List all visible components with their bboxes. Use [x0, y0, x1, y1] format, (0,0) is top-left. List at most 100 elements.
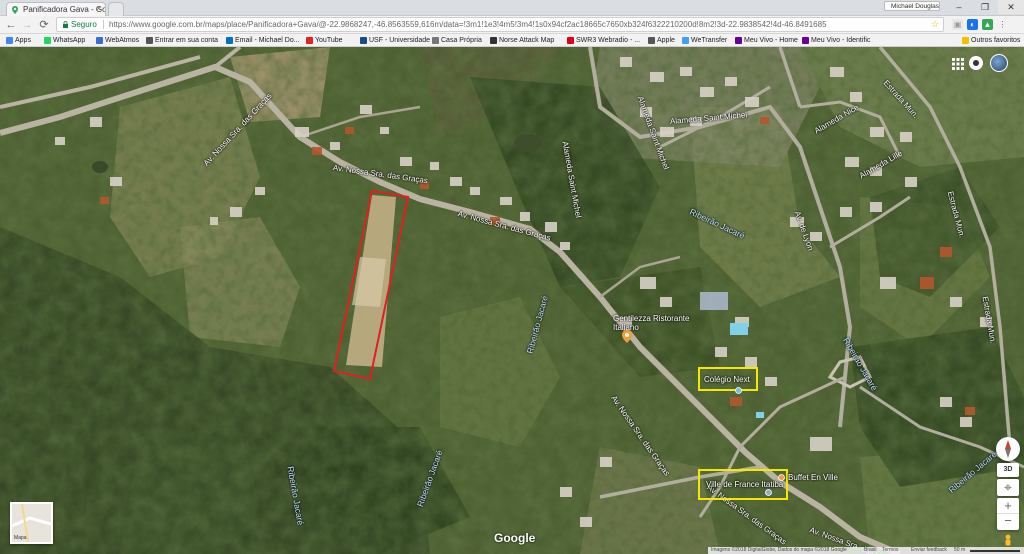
- tilt-3d-button[interactable]: 3D: [997, 463, 1019, 477]
- place-pin-icon[interactable]: [765, 489, 772, 496]
- bookmark-item[interactable]: Outros favoritos: [962, 36, 1020, 45]
- google-logo: Google: [494, 531, 536, 545]
- bookmark-favicon-icon: [6, 37, 13, 44]
- bookmark-label: Outros favoritos: [971, 37, 1021, 44]
- bookmark-item[interactable]: Email - Michael Do...: [226, 36, 300, 45]
- forward-arrow-icon[interactable]: →: [20, 18, 34, 32]
- bookmark-label: Meu Vivo - Home: [744, 37, 798, 44]
- poi-buffet-label[interactable]: Buffet En Ville: [788, 473, 838, 482]
- bookmark-item[interactable]: Casa Própria: [432, 36, 482, 45]
- bookmark-favicon-icon: [648, 37, 655, 44]
- bookmark-favicon-icon: [682, 37, 689, 44]
- bookmark-label: Entrar em sua conta: [155, 37, 219, 44]
- buffet-pin-icon[interactable]: [778, 474, 785, 481]
- bookmark-favicon-icon: [802, 37, 809, 44]
- pegman-icon[interactable]: [1002, 534, 1014, 547]
- bookmark-label: Email - Michael Do...: [235, 37, 300, 44]
- bookmark-item[interactable]: Meu Vivo - Identific: [802, 36, 870, 45]
- bookmark-item[interactable]: WebAtmos: [96, 36, 139, 45]
- bookmark-item[interactable]: SWR3 Webradio - ...: [567, 36, 640, 45]
- reload-icon[interactable]: ⟳: [37, 18, 51, 32]
- restaurant-pin-icon[interactable]: [622, 330, 632, 343]
- google-maps-icon: [12, 6, 18, 14]
- map-footer: Imagens ©2018 DigitalGlobe, Dados do map…: [708, 547, 1024, 554]
- terms-link[interactable]: Termos: [882, 547, 898, 554]
- bookmark-label: SWR3 Webradio - ...: [576, 37, 641, 44]
- address-separator: [103, 20, 104, 29]
- back-arrow-icon[interactable]: ←: [4, 18, 18, 32]
- bookmark-item[interactable]: YouTube: [306, 36, 343, 45]
- bookmark-label: Meu Vivo - Identific: [811, 37, 871, 44]
- extension-icon[interactable]: ▲: [982, 19, 993, 30]
- bookmark-item[interactable]: USF - Universidade: [360, 36, 430, 45]
- extension-icon[interactable]: ◐: [967, 19, 978, 30]
- bookmark-item[interactable]: WeTransfer: [682, 36, 727, 45]
- scale-label: 50 m: [954, 547, 966, 553]
- bookmarks-bar: Apps WhatsApp WebAtmos Entrar em sua conta E…: [0, 34, 1024, 47]
- tab-title: Panificadora Gava - Goo: [23, 5, 106, 14]
- bookmark-favicon-icon: [360, 37, 367, 44]
- bookmark-favicon-icon: [490, 37, 497, 44]
- tab-panificadora-gava[interactable]: Panificadora Gava - Goo ×: [6, 2, 106, 16]
- parcel-outline: [332, 189, 410, 381]
- scale-bar: [970, 550, 1020, 552]
- url-text: https://www.google.com.br/maps/place/Pan…: [109, 20, 827, 29]
- tab-close-icon[interactable]: ×: [96, 4, 101, 13]
- bookmark-label: Norse Attack Map: [499, 37, 555, 44]
- browser-window: Panificadora Gava - Goo × Michael Dougla…: [0, 0, 1024, 554]
- poi-ville-label[interactable]: Ville de France Itatiba: [706, 480, 783, 489]
- bookmark-label: YouTube: [315, 37, 343, 44]
- bookmark-favicon-icon: [567, 37, 574, 44]
- bookmark-item[interactable]: Apple: [648, 36, 675, 45]
- menu-icon[interactable]: ⋮: [997, 19, 1008, 30]
- zoom-control[interactable]: + −: [997, 498, 1019, 530]
- country-link[interactable]: Brasil: [864, 547, 877, 554]
- satellite-map[interactable]: Av. Nossa Sra. das Graças Av. Nossa Sra.…: [0, 47, 1024, 554]
- bookmark-item[interactable]: Meu Vivo - Home: [735, 36, 798, 45]
- apps-grid-icon[interactable]: [952, 57, 964, 70]
- location-icon[interactable]: ⌖: [997, 479, 1019, 496]
- feedback-link[interactable]: Enviar feedback: [911, 547, 947, 554]
- bookmark-label: USF - Universidade: [369, 37, 431, 44]
- bookmark-favicon-icon: [306, 37, 313, 44]
- bookmark-label: Casa Própria: [441, 37, 482, 44]
- extension-icon[interactable]: ▣: [952, 19, 963, 30]
- star-icon[interactable]: ☆: [931, 18, 939, 31]
- bookmark-favicon-icon: [96, 37, 103, 44]
- profile-button[interactable]: Michael Douglas: [884, 1, 940, 11]
- zoom-out-icon[interactable]: −: [997, 514, 1019, 530]
- bookmark-label: WeTransfer: [691, 37, 728, 44]
- school-pin-icon[interactable]: [735, 387, 742, 394]
- bookmark-favicon-icon: [146, 37, 153, 44]
- bookmark-item[interactable]: Norse Attack Map: [490, 36, 554, 45]
- map-type-toggle[interactable]: Mapa: [10, 502, 53, 544]
- compass-icon[interactable]: [996, 437, 1020, 461]
- imagery-attribution: Imagens ©2018 DigitalGlobe, Dados do map…: [711, 547, 847, 553]
- bookmark-item[interactable]: Apps: [6, 36, 31, 45]
- bookmark-favicon-icon: [226, 37, 233, 44]
- bookmark-favicon-icon: [735, 37, 742, 44]
- bookmark-favicon-icon: [962, 37, 969, 44]
- map-toggle-label: Mapa: [14, 535, 27, 541]
- tab-strip: Panificadora Gava - Goo × Michael Dougla…: [0, 0, 1024, 16]
- lock-icon: [63, 21, 68, 28]
- new-tab-button[interactable]: [108, 2, 124, 16]
- user-avatar[interactable]: [990, 54, 1008, 72]
- address-bar[interactable]: Seguro https://www.google.com.br/maps/pl…: [56, 17, 944, 32]
- bookmark-item[interactable]: Entrar em sua conta: [146, 36, 218, 45]
- bookmark-label: WhatsApp: [53, 37, 86, 44]
- minimize-icon[interactable]: –: [946, 0, 972, 14]
- bookmark-label: WebAtmos: [105, 37, 140, 44]
- poi-colegio-label[interactable]: Colégio Next: [704, 375, 750, 384]
- zoom-in-icon[interactable]: +: [997, 498, 1019, 514]
- maximize-icon[interactable]: ❐: [972, 0, 998, 14]
- bookmark-favicon-icon: [432, 37, 439, 44]
- window-close-icon[interactable]: ✕: [998, 0, 1024, 14]
- notification-icon[interactable]: [969, 56, 983, 70]
- secure-label: Seguro: [71, 20, 97, 29]
- bookmark-label: Apps: [15, 37, 31, 44]
- browser-toolbar: ← → ⟳ Seguro https://www.google.com.br/m…: [0, 16, 1024, 34]
- bookmark-label: Apple: [657, 37, 675, 44]
- bookmark-item[interactable]: WhatsApp: [44, 36, 85, 45]
- bookmark-favicon-icon: [44, 37, 51, 44]
